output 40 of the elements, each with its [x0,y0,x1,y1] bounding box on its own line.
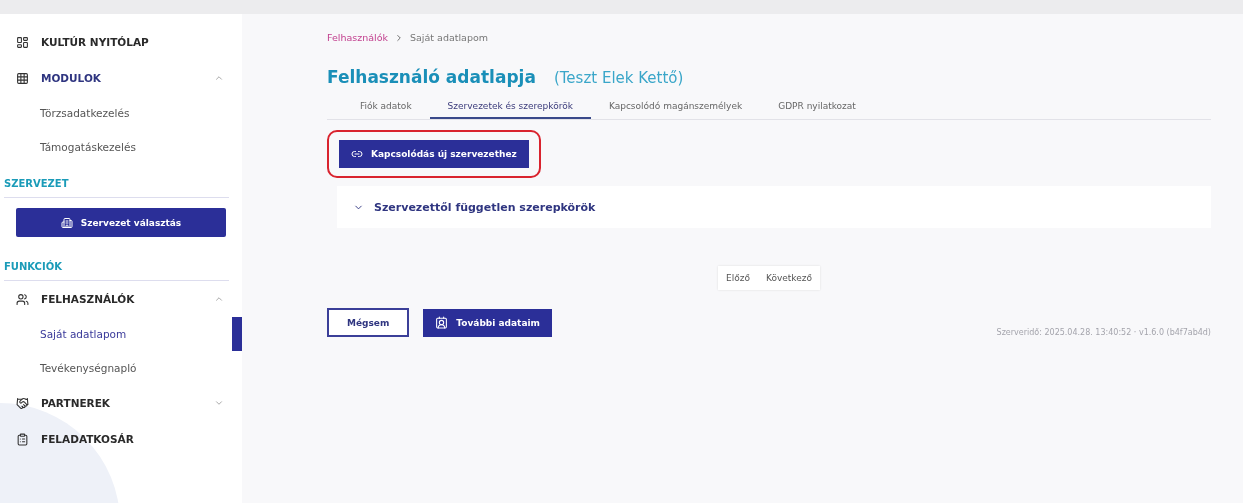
connect-organization-button[interactable]: Kapcsolódás új szervezethez [339,140,529,168]
chevron-right-icon [394,32,404,43]
users-icon [16,292,29,306]
more-data-button[interactable]: További adataim [423,308,552,337]
sidebar-section-title: SZERVEZET [4,178,229,198]
sidebar-subitem[interactable]: Törzsadatkezelés [16,96,242,130]
organization-select-button[interactable]: Szervezet választás [16,208,226,237]
tab[interactable]: Kapcsolódó magánszemélyek [590,95,761,119]
scroll-indicator [232,317,242,351]
link-icon [351,148,363,160]
tab[interactable]: Fiók adatok [342,95,430,119]
breadcrumb-link[interactable]: Saját adatlapom [410,32,489,43]
accordion-header[interactable]: Szervezettől független szerepkörök [337,186,1211,228]
sidebar-item[interactable]: FELADATKOSÁR [16,421,242,457]
sidebar-section-title: FUNKCIÓK [4,261,229,281]
cancel-button[interactable]: Mégsem [327,308,410,337]
clipboard-icon [16,432,29,446]
page-subtitle: (Teszt Elek Kettő) [553,69,684,87]
handshake-icon [16,396,29,410]
chevron-up-icon [214,294,224,304]
sidebar-subitem[interactable]: Támogatáskezelés [16,130,242,164]
grid-icon [16,71,29,85]
server-info-text: Szerveridő: 2025.04.28. 13:40:52 · v1.6.0 (b4f7ab4d) [996,328,1211,337]
breadcrumb-link[interactable]: Felhasználók [327,32,388,43]
sidebar-item[interactable]: FELHASZNÁLÓK [16,281,242,317]
sidebar-item[interactable]: KULTÚR NYITÓLAP [16,24,242,60]
page-title: Felhasználó adatlapja [327,67,536,87]
contact-icon [435,316,449,329]
chevron-down-icon [214,398,224,408]
sidebar-item[interactable]: PARTNEREK [16,385,242,421]
chevron-up-icon [214,73,224,83]
dashboard-icon [16,35,29,49]
pagination-button[interactable]: Következő [757,266,820,290]
building-icon [60,216,73,229]
tab[interactable]: GDPR nyilatkozat [760,95,874,119]
tab[interactable]: Szervezetek és szerepkörök [429,95,591,119]
pagination-button[interactable]: Előző [718,266,758,290]
sidebar-subitem[interactable]: Saját adatlapom [16,317,242,351]
sidebar-item[interactable]: MODULOK [16,60,242,96]
sidebar-subitem[interactable]: Tevékenységnapló [16,351,242,385]
